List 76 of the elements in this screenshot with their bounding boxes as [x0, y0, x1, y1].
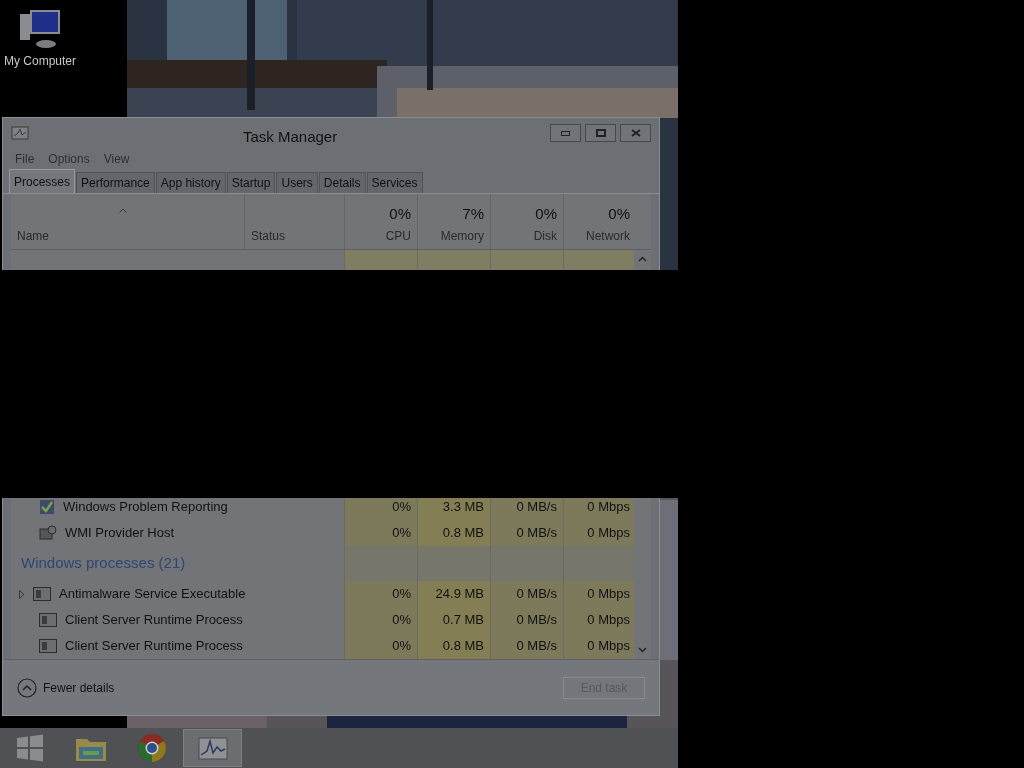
tab[interactable]: Services: [366, 172, 423, 193]
gears-icon: [39, 524, 57, 541]
window-title: Task Manager: [243, 127, 338, 147]
collapse-icon: [17, 677, 37, 698]
column-header[interactable]: Memory: [440, 227, 484, 245]
column-header[interactable]: Network: [586, 227, 630, 245]
sort-caret-icon: [119, 208, 127, 213]
metric-value: 0.7 MB: [442, 611, 484, 630]
app-icon: [11, 125, 29, 141]
process-row[interactable]: Antimalware Service Executable 0% 24.9 MB 0 MB/s 0 Mbps: [11, 581, 634, 608]
process-row[interactable]: Client Server Runtime Process 0% 0.7 MB 0 MB/s 0 Mbps: [11, 607, 634, 634]
metric-value: 0%: [392, 611, 411, 630]
metric-value: 0 Mbps: [587, 498, 630, 517]
process-name: WMI Provider Host: [65, 524, 175, 543]
scroll-up-icon[interactable]: [638, 256, 647, 262]
column-header[interactable]: Name: [17, 227, 49, 245]
maximize-icon: [595, 129, 606, 137]
menu-item[interactable]: File: [15, 150, 35, 168]
process-row[interactable]: Client Server Runtime Process 0% 0.8 MB 0 MB/s 0 Mbps: [11, 633, 634, 659]
minimize-icon: [561, 130, 570, 136]
column-header[interactable]: CPU: [385, 227, 411, 245]
process-name: Windows Problem Reporting: [63, 498, 228, 517]
metric-value: 0 Mbps: [587, 585, 630, 604]
window-icon: [39, 639, 57, 653]
maximize-button[interactable]: [585, 124, 616, 142]
computer-icon[interactable]: [18, 8, 62, 50]
column-total: 7%: [462, 203, 484, 224]
tab[interactable]: Processes: [9, 169, 76, 193]
metric-value: 0.8 MB: [442, 637, 484, 656]
tab[interactable]: Startup: [226, 172, 276, 193]
browser-icon: [136, 733, 167, 763]
tab[interactable]: Performance: [76, 172, 155, 193]
metric-value: 0 MB/s: [516, 498, 557, 517]
metric-value: 0 Mbps: [587, 611, 630, 630]
metric-value: 0.8 MB: [442, 524, 484, 543]
window-icon: [33, 587, 51, 602]
metric-value: 0%: [392, 524, 411, 543]
process-name: Client Server Runtime Process: [65, 637, 243, 656]
desktop-icon-label[interactable]: My Computer: [4, 52, 76, 70]
scroll-down-icon[interactable]: [638, 647, 647, 653]
metric-value: 24.9 MB: [435, 585, 484, 604]
process-name: Antimalware Service Executable: [59, 585, 246, 604]
metric-value: 3.3 MB: [442, 498, 484, 517]
metric-value: 0 MB/s: [516, 524, 557, 543]
metric-value: 0 MB/s: [516, 585, 557, 604]
window-icon: [39, 613, 57, 628]
metric-value: 0 Mbps: [587, 637, 630, 656]
column-header[interactable]: Status: [251, 227, 286, 245]
menu-item[interactable]: Options: [48, 150, 90, 168]
close-button[interactable]: [620, 124, 651, 142]
column-total: 0%: [608, 203, 630, 224]
metric-value: 0 MB/s: [516, 611, 557, 630]
close-icon: [630, 129, 641, 137]
tab[interactable]: Users: [276, 172, 318, 193]
column-header[interactable]: Disk: [533, 227, 557, 245]
process-row[interactable]: WMI Provider Host 0% 0.8 MB 0 MB/s 0 Mbps: [11, 519, 634, 546]
process-name: Client Server Runtime Process: [65, 611, 243, 630]
column-shading: [563, 545, 634, 582]
metric-value: 0%: [392, 498, 411, 517]
metric-value: 0 Mbps: [587, 524, 630, 543]
tab[interactable]: Details: [318, 172, 366, 193]
menu-item[interactable]: View: [103, 150, 130, 168]
fewer-details-button[interactable]: Fewer details: [17, 677, 115, 698]
column-total: 0%: [535, 203, 557, 224]
expand-icon[interactable]: [19, 589, 25, 599]
minimize-button[interactable]: [550, 124, 581, 142]
metric-value: 0%: [392, 637, 411, 656]
task-manager-icon: [197, 735, 228, 761]
column-total: 0%: [389, 203, 411, 224]
taskbar-button[interactable]: [183, 729, 242, 767]
shield-check-icon: [39, 498, 55, 515]
windows-logo-icon: [15, 734, 44, 762]
tab[interactable]: App history: [155, 172, 226, 193]
group-heading: Windows processes (21): [21, 553, 186, 574]
metric-value: 0%: [392, 585, 411, 604]
metric-value: 0 MB/s: [516, 637, 557, 656]
